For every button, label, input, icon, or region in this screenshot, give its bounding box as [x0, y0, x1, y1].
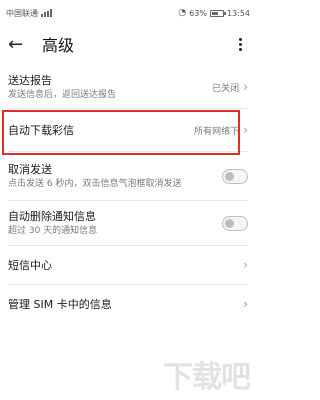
setting-title: 管理 SIM 卡中的信息 [8, 297, 112, 311]
setting-manage-sim-messages[interactable]: 管理 SIM 卡中的信息 › [0, 285, 256, 323]
setting-delivery-report[interactable]: 送达报告 发送信息后，返回送达报告 已关闭 › [0, 66, 256, 108]
auto-delete-toggle[interactable] [222, 215, 248, 231]
setting-subtitle: 超过 30 天的通知信息 [8, 225, 98, 236]
setting-title: 短信中心 [8, 258, 52, 272]
setting-title: 自动下载彩信 [8, 123, 74, 137]
cancel-send-toggle[interactable] [222, 168, 248, 184]
watermark: 下载吧 [163, 360, 251, 395]
settings-list: 送达报告 发送信息后，返回送达报告 已关闭 › 自动下载彩信 所有网络下 › 取… [0, 66, 256, 323]
setting-auto-download-mms[interactable]: 自动下载彩信 所有网络下 › [0, 109, 256, 151]
setting-auto-delete-notifications[interactable]: 自动删除通知信息 超过 30 天的通知信息 [0, 201, 256, 245]
chevron-right-icon: › [243, 123, 248, 137]
chevron-right-icon: › [243, 297, 248, 311]
setting-title: 送达报告 [8, 73, 52, 87]
setting-title: 自动删除通知信息 [8, 209, 96, 223]
battery-icon [209, 9, 226, 17]
signal-icon [41, 9, 52, 17]
more-options-icon[interactable] [232, 37, 248, 51]
setting-value: 所有网络下 [194, 126, 240, 137]
setting-sms-center[interactable]: 短信中心 › [0, 246, 256, 284]
status-right: ◔ 63% 13:54 [178, 8, 250, 18]
status-bar: 中国联通 ◔ 63% 13:54 [0, 0, 256, 26]
app-bar: ← 高级 [0, 26, 256, 62]
setting-cancel-send[interactable]: 取消发送 点击发送 6 秒内，双击信息气泡框取消发送 [0, 152, 256, 200]
setting-subtitle: 点击发送 6 秒内，双击信息气泡框取消发送 [8, 178, 182, 189]
status-left: 中国联通 [6, 8, 52, 19]
wifi-icon: ◔ [178, 8, 187, 18]
chevron-right-icon: › [243, 80, 248, 94]
carrier-label: 中国联通 [6, 8, 38, 18]
back-arrow-icon[interactable]: ← [8, 34, 30, 55]
chevron-right-icon: › [243, 258, 248, 272]
setting-value: 已关闭 [212, 83, 240, 94]
battery-percent: 63% [189, 8, 207, 18]
page-title: 高级 [42, 36, 75, 55]
setting-subtitle: 发送信息后，返回送达报告 [8, 89, 117, 100]
setting-title: 取消发送 [8, 162, 52, 176]
clock: 13:54 [226, 8, 250, 18]
